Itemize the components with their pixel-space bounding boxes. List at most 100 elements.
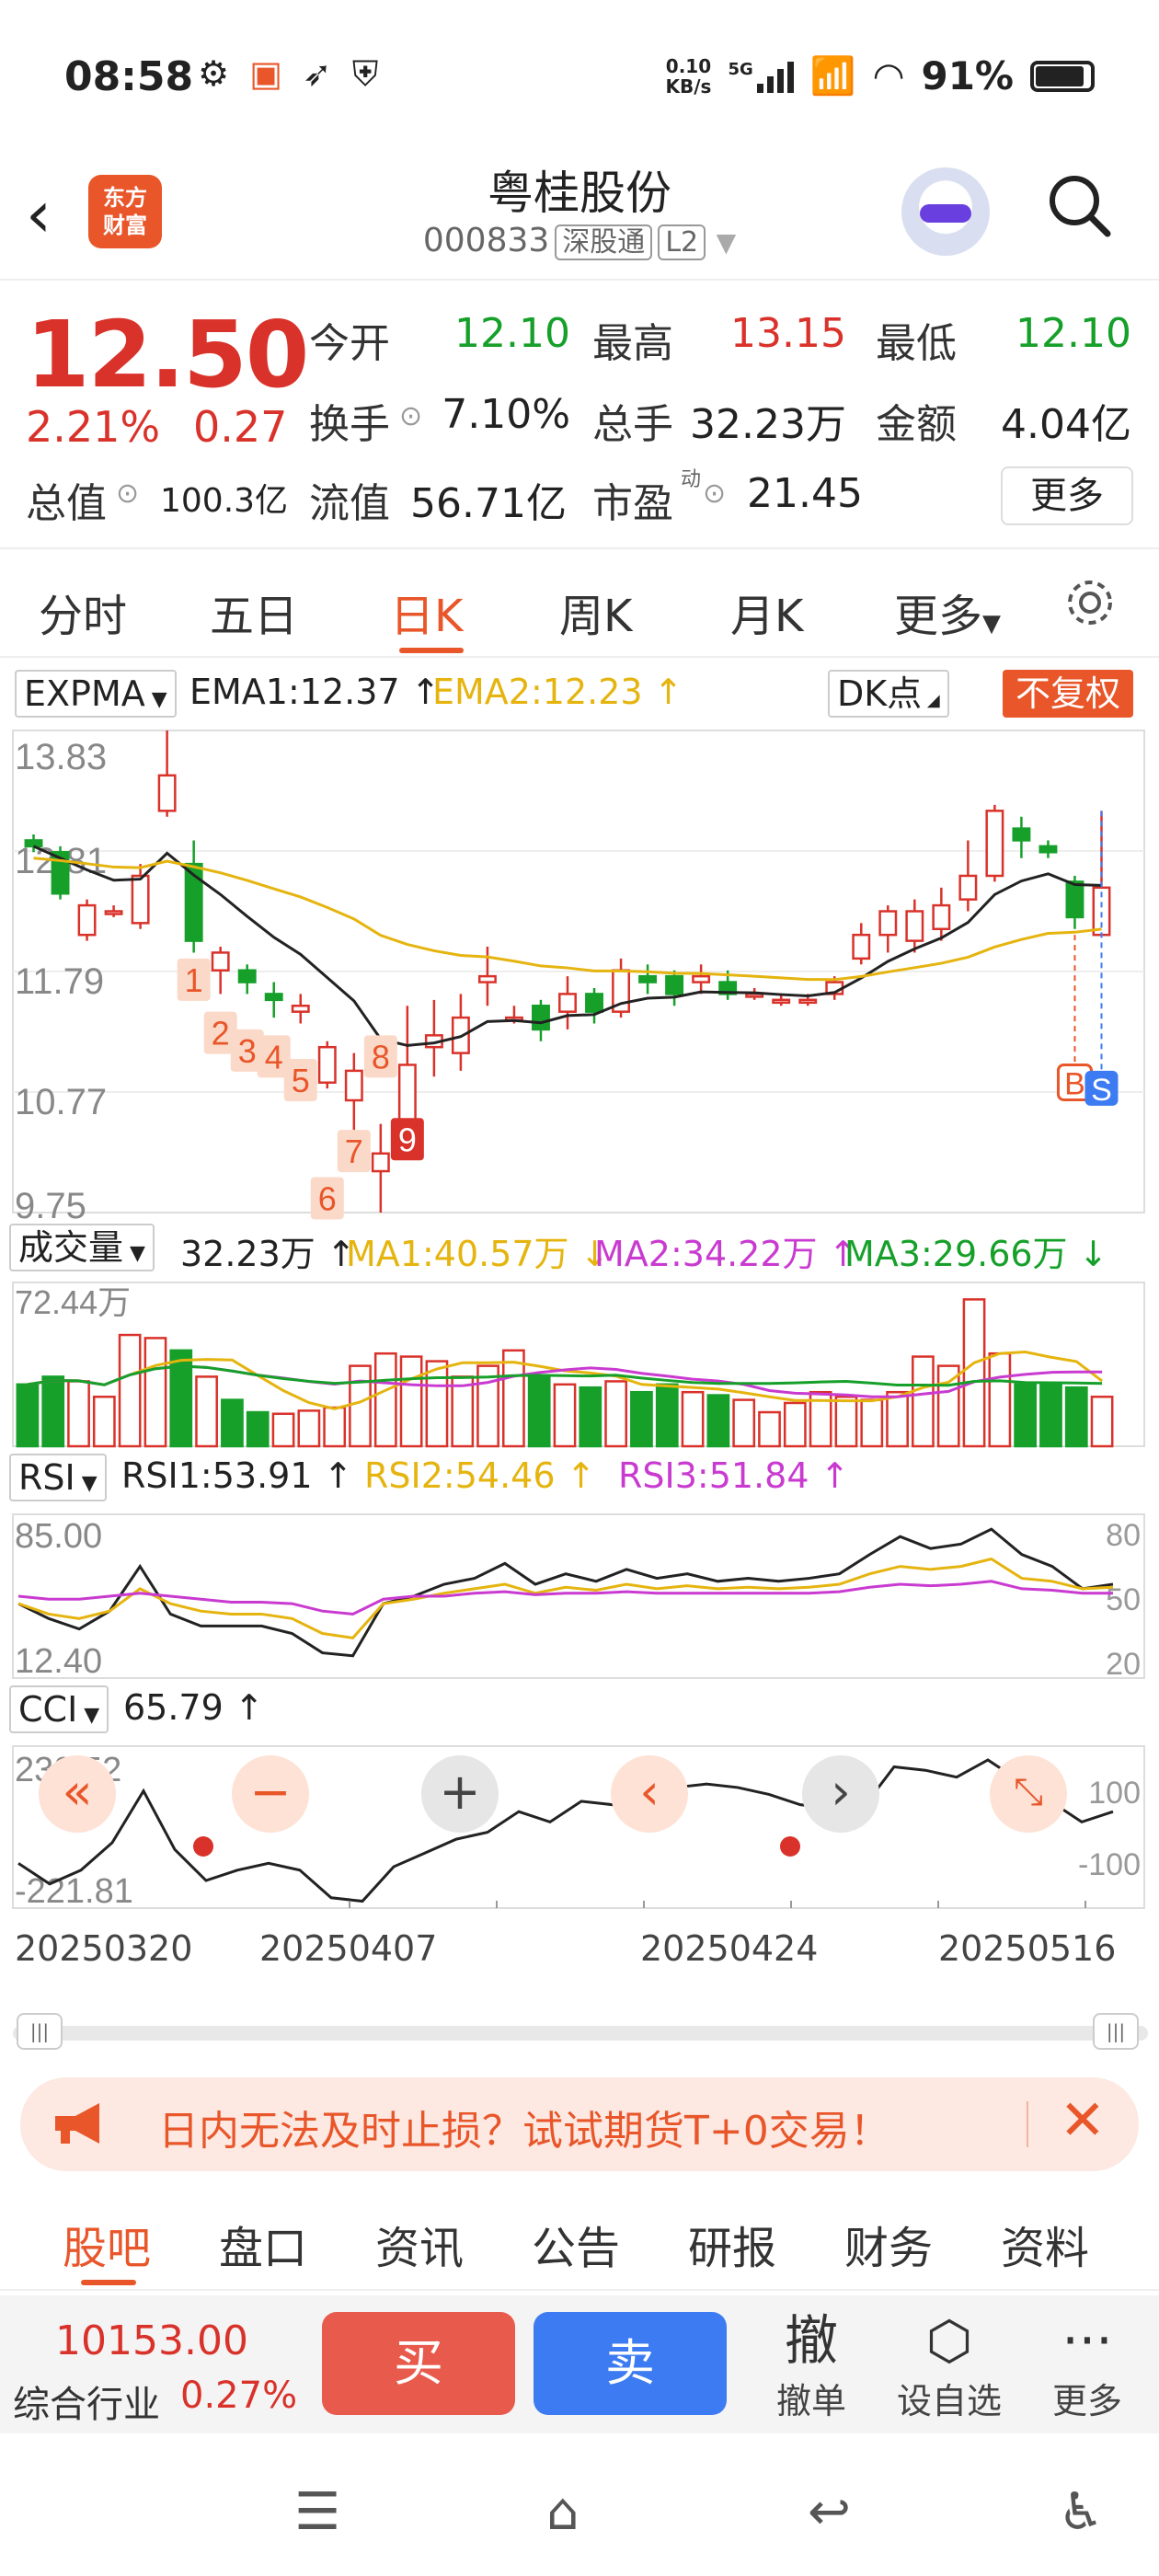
float-label: 流值 xyxy=(309,480,390,527)
close-icon[interactable]: ✕ xyxy=(1060,2088,1106,2153)
tab-financials[interactable]: 财务 xyxy=(844,2212,933,2276)
low-value: 12.10 xyxy=(1016,310,1131,357)
step-left-button[interactable]: ‹ xyxy=(611,1755,688,1833)
chart-svg[interactable]: 13.8312.8111.7910.779.75123456789BS72.44… xyxy=(0,661,1159,2041)
volume-bar xyxy=(67,1380,90,1448)
candle-body xyxy=(397,1064,417,1125)
volume-bar xyxy=(195,1375,218,1448)
rsi-y-tick: 12.40 xyxy=(15,1642,102,1681)
volume-bar xyxy=(425,1360,449,1448)
turnover-label: 换手 xyxy=(309,401,390,448)
menu-icon[interactable]: ☰ xyxy=(294,2482,340,2542)
tab-profile[interactable]: 资料 xyxy=(1001,2212,1089,2276)
tab-five-day[interactable]: 五日 xyxy=(210,580,298,644)
sector-index-label[interactable]: 综合行业 xyxy=(13,2375,160,2428)
battery-icon xyxy=(1030,60,1095,92)
volume-label: 32.23万 ↑ xyxy=(180,1234,356,1274)
tab-news[interactable]: 资讯 xyxy=(375,2212,464,2276)
volume-bar xyxy=(1014,1383,1038,1448)
price-y-tick: 10.77 xyxy=(15,1082,107,1122)
open-label: 今开 xyxy=(309,320,390,367)
tab-more[interactable]: 更多▼ xyxy=(894,580,1001,644)
candle-body xyxy=(798,998,818,1005)
vol-ma2-label: MA2:34.22万 ↑ xyxy=(594,1234,858,1274)
market-tag: 深股通 xyxy=(555,224,653,260)
volume-bar xyxy=(579,1386,602,1448)
tab-intraday[interactable]: 分时 xyxy=(39,580,127,644)
buy-button[interactable]: 买 xyxy=(322,2312,515,2415)
candle-body xyxy=(638,974,658,983)
range-scrollbar[interactable] xyxy=(13,2026,1148,2041)
tab-monthly-k[interactable]: 月K xyxy=(730,580,803,644)
indicator-select-volume[interactable]: 成交量 ▼ xyxy=(9,1224,155,1271)
candle-body xyxy=(958,874,978,901)
shield-icon: ⛨ xyxy=(351,53,379,94)
volume-bar xyxy=(221,1398,244,1448)
tab-forum[interactable]: 股吧 xyxy=(63,2212,151,2276)
tab-orderbook[interactable]: 盘口 xyxy=(219,2212,307,2276)
battery-percent: 91% xyxy=(921,53,1014,98)
back-nav-icon[interactable]: ↩ xyxy=(808,2482,851,2542)
range-handle-right[interactable]: ||| xyxy=(1093,2013,1139,2050)
wifi-icon-2: ◠ xyxy=(872,54,905,98)
volume-bar xyxy=(118,1333,142,1448)
more-actions-button[interactable]: ··· 更多 xyxy=(1032,2308,1142,2423)
sector-index-value[interactable]: 10153.00 xyxy=(55,2317,248,2364)
volume-bar xyxy=(297,1409,321,1448)
sell-button[interactable]: 卖 xyxy=(534,2312,727,2415)
indicator-select-rsi[interactable]: RSI ▼ xyxy=(9,1454,107,1501)
volume-bar xyxy=(246,1410,270,1448)
info-icon[interactable]: ⊙ xyxy=(399,400,422,432)
cci-right-tick: 100 xyxy=(1088,1776,1141,1811)
step-right-button[interactable]: › xyxy=(802,1755,879,1833)
rsi-y-tick: 85.00 xyxy=(15,1517,102,1556)
search-icon[interactable] xyxy=(1047,173,1111,237)
assistant-avatar[interactable] xyxy=(901,167,990,256)
cancel-order-button[interactable]: 撤 撤单 xyxy=(756,2308,866,2423)
settings-gear-icon[interactable] xyxy=(1060,572,1120,633)
app-header: ‹ 东方 财富 粤桂股份 000833 深股通 L2 ▼ xyxy=(0,156,1159,281)
volume-bar xyxy=(399,1355,423,1448)
scroll-left-fast-button[interactable]: « xyxy=(39,1755,116,1833)
info-icon[interactable]: ⊙ xyxy=(703,477,726,510)
tab-weekly-k[interactable]: 周K xyxy=(559,580,632,644)
tab-research[interactable]: 研报 xyxy=(688,2212,776,2276)
accessibility-icon[interactable]: ♿ xyxy=(1058,2482,1104,2542)
trade-marker-label: 8 xyxy=(372,1038,390,1075)
volume-y-tick: 72.44万 xyxy=(15,1283,131,1321)
fullscreen-button[interactable]: ⤡ xyxy=(990,1755,1067,1833)
candle-body xyxy=(878,910,898,937)
volume-bar xyxy=(681,1390,705,1448)
system-nav-bar: ☰ ⌂ ↩ ♿ xyxy=(0,2436,1159,2576)
volume-bar xyxy=(912,1355,935,1448)
volume-bar xyxy=(92,1395,116,1448)
volume-bar xyxy=(1090,1395,1114,1448)
volume-bar xyxy=(834,1395,858,1448)
chart-area[interactable]: EXPMA ▼ EMA1:12.37 ↑ EMA2:12.23 ↑ DK点 ◢ … xyxy=(0,661,1159,2050)
volume-bar xyxy=(553,1383,577,1448)
add-watchlist-button[interactable]: ⬡ 设自选 xyxy=(894,2308,1004,2423)
tab-daily-k[interactable]: 日K xyxy=(390,580,463,644)
candle-body xyxy=(131,874,150,925)
home-icon[interactable]: ⌂ xyxy=(546,2482,580,2542)
info-icon[interactable]: ⊙ xyxy=(116,477,139,510)
zoom-out-button[interactable]: − xyxy=(232,1755,309,1833)
high-value: 13.15 xyxy=(730,310,846,357)
range-handle-left[interactable]: ||| xyxy=(17,2013,63,2050)
x-date-4: 20250516 xyxy=(938,1928,1117,1969)
buy-marker: B xyxy=(1064,1066,1085,1101)
zoom-in-button[interactable]: + xyxy=(421,1755,499,1833)
sector-index-pct[interactable]: 0.27% xyxy=(180,2375,297,2417)
trade-bar: 10153.00 综合行业 0.27% 买 卖 撤 撤单 ⬡ 设自选 ··· 更… xyxy=(0,2295,1159,2433)
tab-announcements[interactable]: 公告 xyxy=(532,2212,620,2276)
promo-banner[interactable]: 日内无法及时止损？试试期货T+0交易！ ✕ xyxy=(20,2077,1139,2171)
candle-body xyxy=(692,974,711,983)
event-dot[interactable] xyxy=(780,1836,800,1857)
trade-marker-label: 4 xyxy=(265,1038,283,1075)
candle-body xyxy=(532,1004,550,1031)
megaphone-icon xyxy=(55,2103,99,2144)
more-quote-button[interactable]: 更多 xyxy=(1001,466,1133,525)
volume-bar xyxy=(16,1383,40,1448)
indicator-select-cci[interactable]: CCI ▼ xyxy=(9,1685,109,1733)
event-dot[interactable] xyxy=(193,1836,213,1857)
